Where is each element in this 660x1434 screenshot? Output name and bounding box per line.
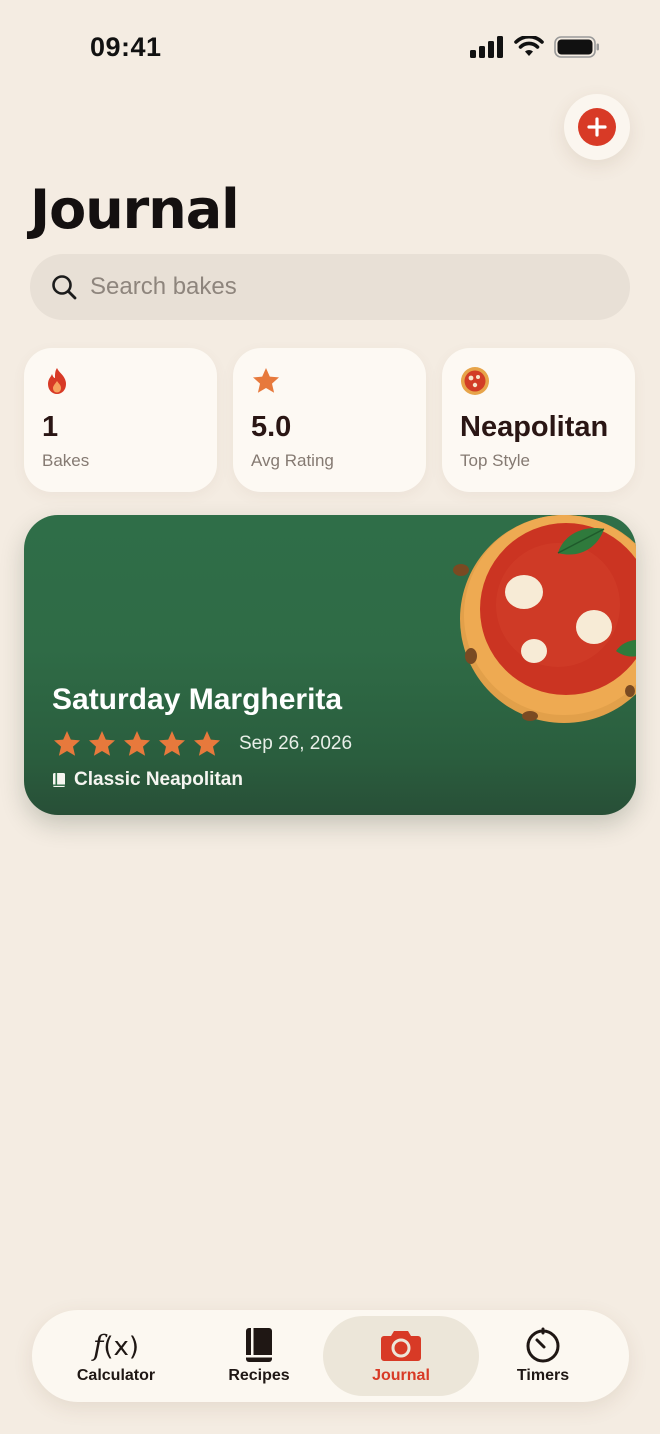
signal-icon (470, 36, 503, 58)
star-icon (54, 731, 80, 756)
rating-stars: Sep 26, 2026 (52, 729, 352, 759)
stat-label: Top Style (460, 451, 530, 470)
tab-label: Journal (372, 1367, 430, 1384)
book-icon (246, 1328, 272, 1362)
search-bar[interactable] (30, 254, 630, 320)
stat-label: Avg Rating (251, 451, 334, 470)
status-time: 09:41 (90, 32, 162, 62)
tab-label: Timers (516, 1367, 570, 1384)
bake-style-row: Classic Neapolitan (52, 769, 243, 791)
stat-value: Neapolitan (460, 411, 609, 443)
journal-screen: 09:41 Journal Search bakes 1 Bakes 5.0 A… (0, 0, 660, 1434)
tab-label: Calculator (76, 1367, 156, 1384)
timer-icon (526, 1327, 560, 1363)
tab-bar: f(x) Calculator Recipes Journal Timers (32, 1310, 629, 1402)
stat-label: Bakes (42, 451, 90, 470)
plus-icon (578, 108, 616, 146)
bake-date: Sep 26, 2026 (239, 733, 353, 754)
stat-card-rating: 5.0 Avg Rating (233, 348, 426, 492)
stat-card-style: Neapolitan Top Style (442, 348, 635, 492)
battery-icon (554, 36, 599, 58)
search-input[interactable] (90, 273, 570, 301)
book-icon (53, 773, 65, 787)
camera-icon (381, 1331, 421, 1361)
search-icon (52, 275, 77, 300)
star-icon (124, 731, 150, 756)
stat-value: 1 (42, 411, 59, 443)
star-icon (89, 731, 115, 756)
tab-timers[interactable]: Timers (465, 1316, 621, 1396)
add-bake-button[interactable] (564, 94, 630, 160)
wifi-icon (514, 36, 544, 56)
page-title: Journal (30, 178, 240, 241)
stat-value: 5.0 (251, 411, 292, 443)
bake-style: Classic Neapolitan (74, 769, 243, 790)
tab-journal[interactable]: Journal (323, 1316, 479, 1396)
star-icon (253, 368, 279, 393)
flame-icon (48, 368, 66, 394)
star-icon (159, 731, 185, 756)
pizza-illustration (453, 515, 636, 723)
function-icon: f(x) (92, 1328, 140, 1362)
status-icons (470, 36, 600, 58)
tab-calculator[interactable]: f(x) Calculator (38, 1316, 194, 1396)
bake-card[interactable]: Saturday Margherita Sep 26, 2026 Classic… (24, 515, 636, 815)
tab-label: Recipes (228, 1367, 290, 1384)
pizza-icon (461, 367, 489, 395)
tab-recipes[interactable]: Recipes (181, 1316, 337, 1396)
bake-title: Saturday Margherita (52, 683, 343, 716)
star-icon (194, 731, 220, 756)
stat-card-bakes: 1 Bakes (24, 348, 217, 492)
